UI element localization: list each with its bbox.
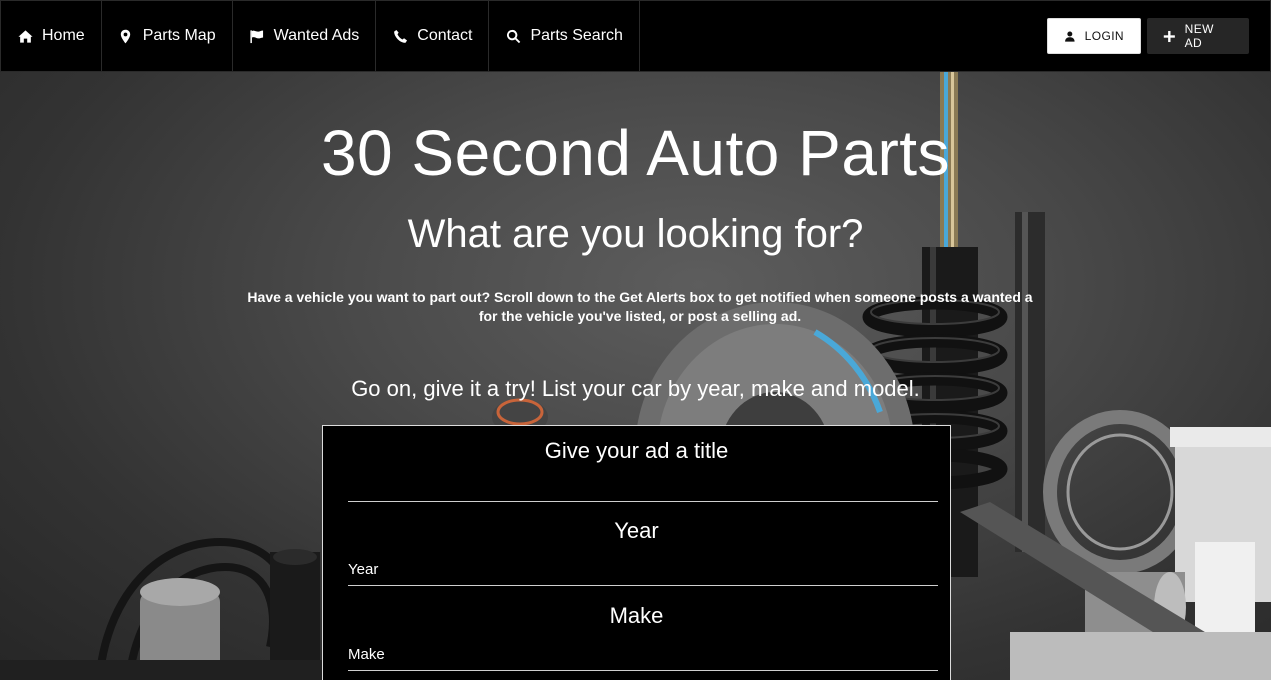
phone-icon	[392, 28, 408, 44]
plus-icon	[1163, 30, 1175, 42]
nav-contact[interactable]: Contact	[376, 1, 490, 71]
make-label: Make	[609, 603, 664, 628]
ad-form: Give your ad a title Year Make	[322, 425, 951, 680]
year-input[interactable]	[348, 554, 938, 586]
search-icon	[505, 28, 521, 44]
site-title: 30 Second Auto Parts	[320, 117, 951, 189]
home-icon	[17, 28, 33, 44]
ad-title-label: Give your ad a title	[544, 438, 729, 463]
top-navbar: Home Parts Map Wanted Ads Contact Parts …	[0, 0, 1271, 72]
nav-wanted-ads[interactable]: Wanted Ads	[233, 1, 377, 71]
nav-wanted-ads-label: Wanted Ads	[273, 27, 360, 44]
nav-parts-search-label: Parts Search	[530, 27, 623, 44]
flag-icon	[249, 28, 265, 44]
nav-home[interactable]: Home	[1, 1, 102, 71]
login-button-label: LOGIN	[1084, 29, 1124, 43]
hero-cta: Go on, give it a try! List your car by y…	[351, 376, 920, 401]
new-ad-button-label: NEW AD	[1184, 22, 1214, 50]
new-ad-button[interactable]: NEW AD	[1147, 18, 1249, 54]
hero-description: Have a vehicle you want to part out? Scr…	[247, 289, 1033, 324]
hero-section: 30 Second Auto Parts What are you lookin…	[0, 72, 1271, 680]
login-button[interactable]: LOGIN	[1047, 18, 1141, 54]
year-label: Year	[614, 518, 659, 543]
user-icon	[1065, 31, 1075, 42]
ad-title-input[interactable]	[348, 470, 938, 502]
nav-parts-search[interactable]: Parts Search	[489, 1, 640, 71]
nav-contact-label: Contact	[417, 27, 473, 44]
nav-parts-map[interactable]: Parts Map	[102, 1, 233, 71]
nav-home-label: Home	[42, 27, 85, 44]
make-input[interactable]	[348, 639, 938, 671]
nav-actions: LOGIN NEW AD	[1047, 1, 1270, 71]
hero-subtitle: What are you looking for?	[407, 212, 864, 256]
map-marker-icon	[118, 28, 134, 44]
nav-parts-map-label: Parts Map	[142, 27, 216, 44]
